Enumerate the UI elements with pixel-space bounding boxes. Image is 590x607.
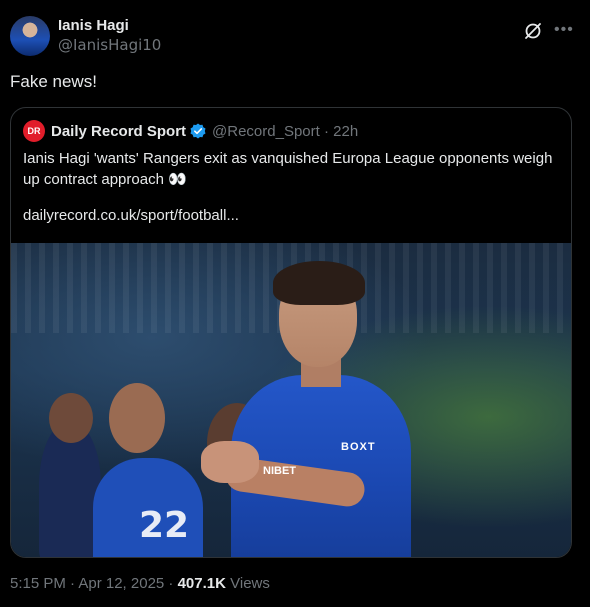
author-avatar[interactable]	[10, 16, 50, 56]
background-player-left	[39, 423, 101, 557]
tweet-text: Fake news!	[10, 72, 97, 91]
sponsor-chest: NIBET	[263, 465, 296, 477]
tweet-metadata: 5:15 PM · Apr 12, 2025 · 407.1K Views	[10, 575, 270, 592]
views-label: Views	[225, 575, 270, 592]
more-icon[interactable]: •••	[554, 20, 574, 40]
quoted-author-name[interactable]: Daily Record Sport	[51, 123, 186, 140]
back-number: 22	[139, 505, 190, 546]
quoted-author-avatar[interactable]: DR	[23, 120, 45, 142]
quoted-tweet-card[interactable]: DR Daily Record Sport @Record_Sport · 22…	[10, 107, 572, 558]
quoted-author-handle-time[interactable]: @Record_Sport · 22h	[212, 123, 358, 140]
author-name-block: Ianis Hagi @IanisHagi10	[58, 16, 161, 55]
verified-badge-icon	[190, 123, 206, 139]
views-count: 407.1K	[177, 575, 226, 592]
player-hair	[273, 261, 365, 305]
author-handle[interactable]: @IanisHagi10	[58, 35, 161, 55]
quoted-tweet-photo[interactable]: 22 BOXT NIBET	[11, 243, 571, 557]
background-player-head-left	[49, 393, 93, 443]
quoted-tweet-header: DR Daily Record Sport @Record_Sport · 22…	[23, 120, 358, 142]
player-hands	[201, 441, 259, 483]
quoted-tweet-text: Ianis Hagi 'wants' Rangers exit as vanqu…	[23, 150, 553, 188]
tweet-timestamp[interactable]: 5:15 PM · Apr 12, 2025 ·	[10, 575, 178, 592]
grok-icon[interactable]	[523, 21, 543, 41]
quoted-tweet-link[interactable]: dailyrecord.co.uk/sport/football...	[23, 207, 239, 224]
quoted-author-avatar-text: DR	[27, 126, 41, 136]
sponsor-boxt: BOXT	[341, 441, 376, 453]
background-player-head-22	[109, 383, 165, 453]
author-display-name[interactable]: Ianis Hagi	[58, 16, 161, 35]
